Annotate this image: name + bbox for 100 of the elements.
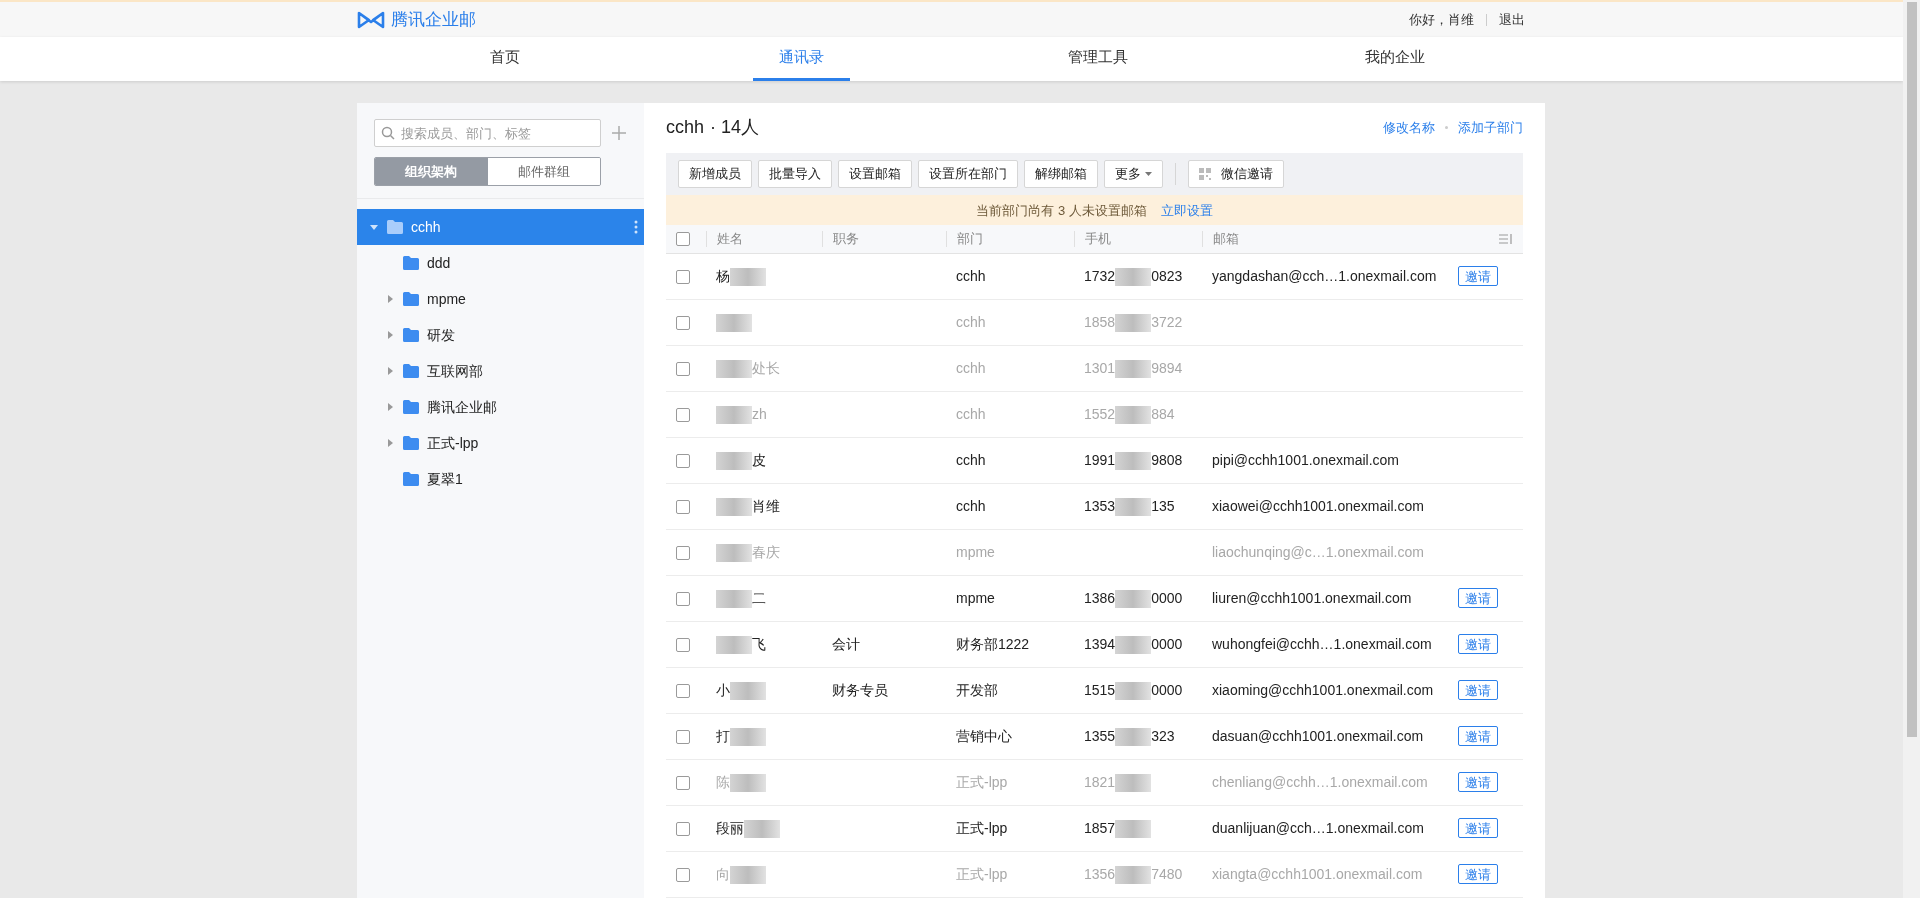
toolbar-button[interactable]: 更多	[1104, 160, 1163, 188]
search-field[interactable]: 搜索成员、部门、标签	[374, 119, 601, 147]
table-row[interactable]: 飞 会计 财务部1222 1394 0000 wuhongfei@cchh…1.onexmail.com 邀请	[666, 622, 1523, 668]
department-cell: cchh	[956, 314, 986, 330]
name-cell-text: 飞	[752, 635, 766, 654]
checkbox[interactable]	[676, 591, 690, 606]
toolbar-button[interactable]: 设置所在部门	[918, 160, 1018, 188]
checkbox[interactable]	[676, 729, 690, 744]
more-icon[interactable]	[634, 220, 638, 234]
tree-item[interactable]: 研发	[357, 317, 644, 353]
folder-label: 正式-lpp	[427, 433, 479, 453]
phone-cell-text: 0000	[1151, 635, 1183, 654]
column-header: 姓名	[717, 230, 743, 249]
column-header: 部门	[957, 230, 983, 249]
phone-cell-text: 1515	[1084, 681, 1116, 700]
toolbar-button[interactable]: 微信邀请	[1188, 160, 1284, 188]
caret-right-icon[interactable]	[386, 295, 394, 303]
logo-text: 腾讯企业邮	[391, 8, 476, 31]
header-link[interactable]: 修改名称	[1383, 118, 1435, 138]
department-cell: 营销中心	[956, 728, 1012, 744]
sidebar-tab[interactable]: 邮件群组	[487, 158, 600, 185]
table-row[interactable]: 二 mpme 1386 0000 liuren@cchh1001.onexmail.com 邀请	[666, 576, 1523, 622]
department-cell: cchh	[956, 268, 986, 284]
notice-link[interactable]: 立即设置	[1160, 200, 1213, 221]
checkbox[interactable]	[676, 269, 690, 284]
checkbox[interactable]	[676, 232, 690, 247]
caret-down-icon[interactable]	[370, 223, 378, 231]
invite-button[interactable]: 邀请	[1458, 680, 1498, 700]
phone-cell-text: 323	[1151, 727, 1175, 746]
email-cell: liuren@cchh1001.onexmail.com	[1212, 590, 1412, 606]
toolbar-button[interactable]: 新增成员	[678, 160, 752, 188]
logout-link[interactable]: 退出	[1499, 9, 1525, 30]
table-row[interactable]: 皮 cchh 1991 9808 pipi@cchh1001.onexmail.com	[666, 438, 1523, 484]
department-cell: 正式-lpp	[956, 820, 1008, 836]
folder-icon	[403, 256, 419, 270]
greeting: 你好，肖维	[1409, 10, 1474, 29]
nav-tab[interactable]: 我的企业	[1338, 37, 1451, 81]
add-icon[interactable]	[611, 125, 627, 141]
name-cell-text: 小	[716, 681, 730, 700]
tree-item[interactable]: 互联网部	[357, 353, 644, 389]
checkbox[interactable]	[676, 821, 690, 836]
toolbar-button[interactable]: 设置邮箱	[838, 160, 912, 188]
redaction-block	[716, 451, 752, 470]
search-icon	[381, 126, 395, 140]
table-row[interactable]: 打 营销中心 1355 323 dasuan@cchh1001.onexmail.com 邀请	[666, 714, 1523, 760]
nav-tab[interactable]: 通讯录	[753, 37, 851, 81]
department-name: cchh	[666, 116, 705, 140]
nav-tab[interactable]: 管理工具	[1042, 37, 1155, 81]
redaction-block	[1115, 313, 1152, 332]
tree-item[interactable]: cchh	[357, 209, 644, 245]
phone-cell-text: 1821	[1084, 773, 1116, 792]
invite-button[interactable]: 邀请	[1458, 266, 1498, 286]
table-row[interactable]: 肖维 cchh 1353 135 xiaowei@cchh1001.onexmail.com	[666, 484, 1523, 530]
email-cell: xiaowei@cchh1001.onexmail.com	[1212, 498, 1424, 514]
name-cell-text: 向	[716, 865, 730, 884]
redaction-block	[716, 543, 752, 562]
name-cell-text: 皮	[752, 451, 766, 470]
toolbar-button[interactable]: 批量导入	[758, 160, 832, 188]
invite-button[interactable]: 邀请	[1458, 588, 1498, 608]
tree-item[interactable]: mpme	[357, 281, 644, 317]
email-cell: yangdashan@cch…1.onexmail.com	[1212, 268, 1437, 284]
name-cell-text: 打	[716, 727, 730, 746]
department-cell: mpme	[956, 590, 995, 606]
phone-cell-text: 7480	[1151, 865, 1183, 884]
phone-cell-text: 0823	[1151, 267, 1183, 286]
invite-button[interactable]: 邀请	[1458, 726, 1498, 746]
redaction-block	[1115, 681, 1152, 700]
email-cell: chenliang@cchh…1.onexmail.com	[1212, 774, 1428, 790]
header-link[interactable]: 添加子部门	[1458, 118, 1523, 138]
phone-cell-text: 9894	[1151, 359, 1183, 378]
email-cell: xiaoming@cchh1001.onexmail.com	[1212, 682, 1434, 698]
checkbox[interactable]	[676, 499, 690, 514]
tree-item[interactable]: ddd	[357, 245, 644, 281]
nav-tab[interactable]: 首页	[464, 37, 547, 81]
tree-item[interactable]: 夏翠1	[357, 461, 644, 497]
column-header: 手机	[1085, 230, 1111, 249]
invite-button[interactable]: 邀请	[1458, 818, 1498, 838]
tree-item[interactable]: 正式-lpp	[357, 425, 644, 461]
caret-right-icon[interactable]	[386, 367, 394, 375]
table-row[interactable]: 杨 cchh 1732 0823 yangdashan@cch…1.onexmail.com 邀请	[666, 254, 1523, 300]
caret-right-icon[interactable]	[386, 403, 394, 411]
caret-right-icon[interactable]	[386, 439, 394, 447]
redaction-block	[1115, 865, 1152, 884]
phone-cell-text: 1356	[1084, 865, 1116, 884]
caret-right-icon[interactable]	[386, 331, 394, 339]
checkbox[interactable]	[676, 637, 690, 652]
column-settings-icon[interactable]	[1499, 234, 1513, 245]
toolbar-button[interactable]: 解绑邮箱	[1024, 160, 1098, 188]
table-row[interactable]: 小 财务专员 开发部 1515 0000 xiaoming@cchh1001.onexmail.com 邀请	[666, 668, 1523, 714]
phone-cell-text: 9808	[1151, 451, 1183, 470]
redaction-block	[1115, 773, 1152, 792]
phone-cell-text: 135	[1151, 497, 1175, 516]
redaction-block	[1115, 267, 1152, 286]
invite-button[interactable]: 邀请	[1458, 634, 1498, 654]
scrollbar[interactable]	[1903, 0, 1920, 898]
checkbox[interactable]	[676, 683, 690, 698]
tree-item[interactable]: 腾讯企业邮	[357, 389, 644, 425]
member-count: · 14人	[710, 116, 760, 140]
table-row[interactable]: 段丽 正式-lpp 1857 duanlijuan@cch…1.onexmail.com 邀请	[666, 806, 1523, 852]
checkbox[interactable]	[676, 453, 690, 468]
